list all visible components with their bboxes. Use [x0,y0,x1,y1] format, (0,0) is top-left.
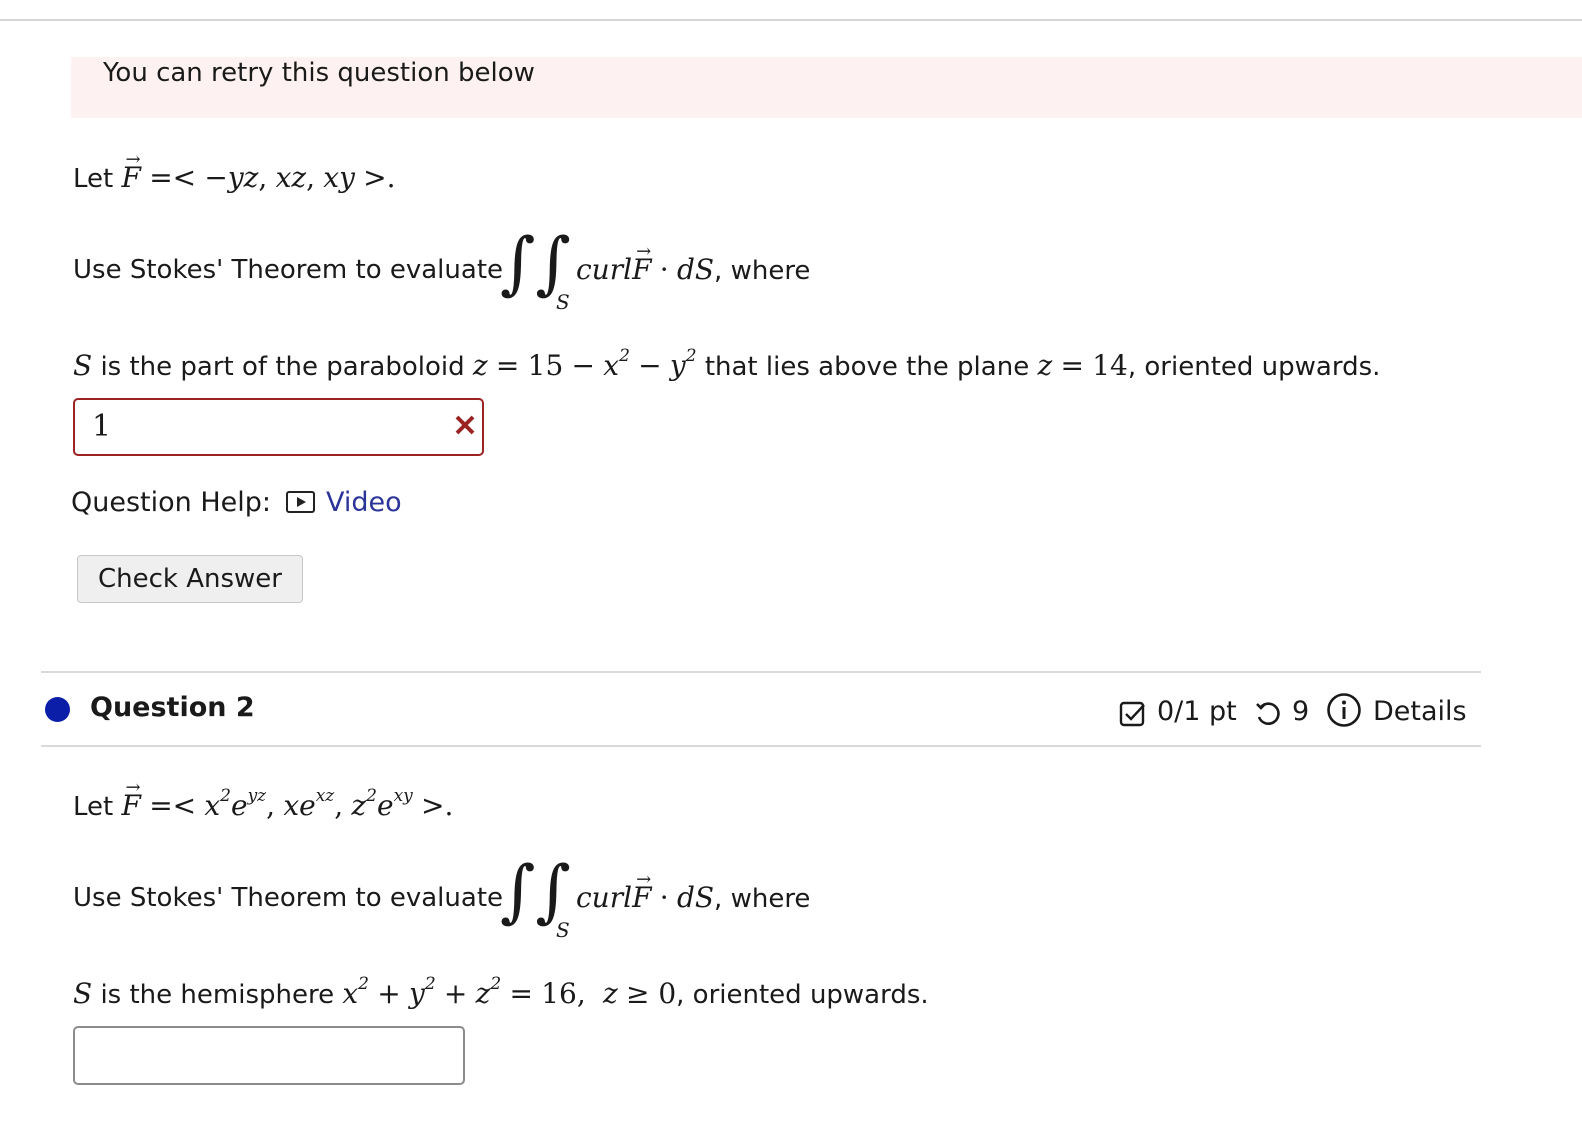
q2-where-label: , where [714,884,811,914]
q1-surface-text-2: that lies above the plane [704,352,1030,382]
q1-curl-label: curl [576,253,633,286]
q2-ds-label: dS [676,881,715,914]
video-link[interactable]: Video [326,487,402,518]
q2-title: Question 2 [90,692,255,723]
q1-answer-input[interactable]: 1 [73,398,484,456]
q2-let-label: Let [73,792,114,822]
q2-stokes-label: Use Stokes' Theorem to evaluate [73,883,504,913]
q2-integrand: curlF · dS, where [576,862,811,917]
q2-retries: 9 [1292,696,1310,727]
q1-integrand: curlF · dS, where [576,234,811,289]
q1-let-label: Let [73,164,114,194]
q1-answer-value[interactable]: 1 [92,410,111,444]
q1-surface-text-1: is the part of the paraboloid [100,352,465,382]
q2-answer-input[interactable] [73,1026,465,1085]
q1-component-1: −yz [204,161,259,194]
q1-component-2: xz [275,161,307,194]
question-status-dot [45,697,70,722]
q1-where-label: , where [714,256,811,286]
q1-paraboloid-const: 15 [527,349,564,382]
q2-header-divider [41,745,1481,747]
q1-stokes-label: Use Stokes' Theorem to evaluate [73,255,504,285]
q1-integral-subscript: S [556,290,570,314]
top-divider [0,19,1582,21]
q1-component-3: xy [323,161,355,194]
q2-surface-description: S is the hemisphere x2 + y2 + z2 = 16, z… [73,973,929,1010]
q2-integral-subscript: S [556,918,570,942]
q2-field-definition: Let F =< x2eyz, xexz, z2exy >. [73,770,453,825]
q2-points: 0/1 pt [1157,696,1237,727]
retry-banner: You can retry this question below [71,57,1582,118]
question-help-label: Question Help: [71,487,271,518]
q1-surface-text-3: , oriented upwards. [1127,352,1381,382]
retry-icon [1256,702,1280,725]
q1-field-definition: Let F =< −yz, xz, xy >. [73,142,396,197]
video-icon[interactable] [286,491,315,513]
q2-surface-text-2: , oriented upwards. [676,980,929,1010]
check-answer-button[interactable]: Check Answer [77,555,303,603]
checkbox-icon [1119,701,1145,727]
q2-surface-text-1: is the hemisphere [100,980,335,1010]
q1-surface-description: S is the part of the paraboloid z = 15 −… [73,345,1381,382]
q1-ds-label: dS [676,253,715,286]
q2-curl-label: curl [576,881,633,914]
q2-top-divider [41,671,1481,673]
q1-double-integral-icon: ∫∫ [500,224,571,303]
q1-plane-value: 14 [1092,349,1128,382]
info-icon[interactable] [1326,692,1362,728]
close-icon [455,415,475,435]
details-link[interactable]: Details [1373,696,1467,727]
q2-radius-sq: 16 [541,977,577,1010]
q2-double-integral-icon: ∫∫ [500,852,571,931]
retry-banner-text: You can retry this question below [103,58,535,88]
